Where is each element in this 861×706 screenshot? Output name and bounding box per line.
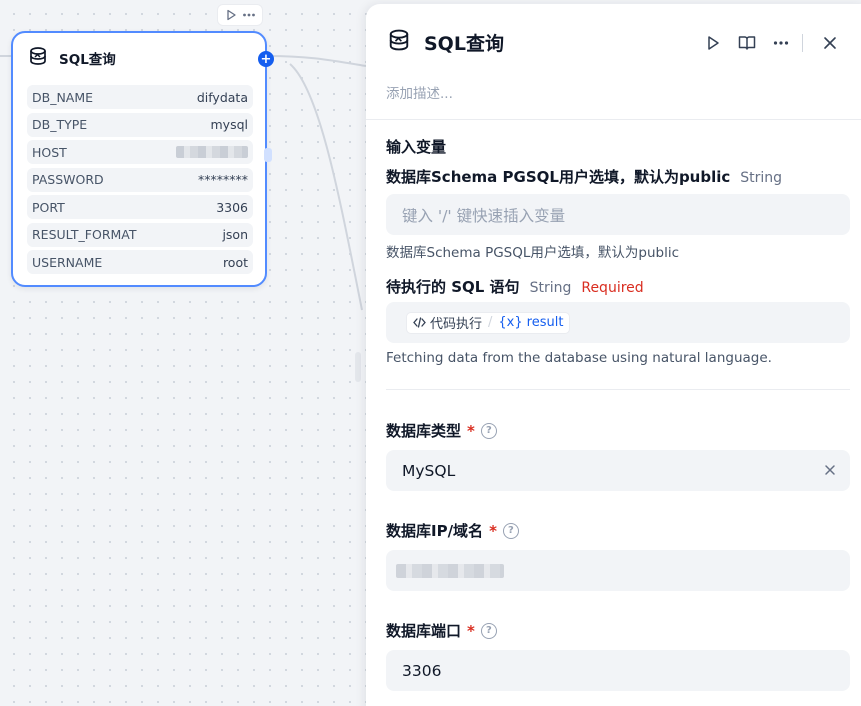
node-toolbar	[217, 4, 263, 26]
param-schema-title: 数据库Schema PGSQL用户选填，默认为public String	[386, 168, 783, 186]
db-host-label: 数据库IP/域名 * ?	[386, 520, 519, 541]
db-host-input[interactable]	[386, 550, 850, 591]
actions-separator	[802, 34, 803, 52]
panel-header: SQL查询	[386, 28, 504, 56]
description-input[interactable]: 添加描述...	[386, 82, 453, 102]
node-param-list: DB_NAME difydata DB_TYPE mysql HOST PASSWO…	[27, 85, 253, 278]
help-icon[interactable]: ?	[502, 522, 519, 539]
variable-chip[interactable]: 代码执行 / {x} result	[406, 311, 571, 334]
db-type-label: 数据库类型 * ?	[386, 420, 497, 441]
help-docs-button[interactable]	[730, 31, 764, 55]
node-row-db-type: DB_TYPE mysql	[27, 112, 253, 137]
param-sql-title: 待执行的 SQL 语句 String Required	[386, 278, 644, 296]
run-node-icon[interactable]	[225, 9, 237, 21]
section-divider	[386, 389, 850, 390]
run-step-button[interactable]	[696, 31, 730, 55]
code-icon	[413, 317, 426, 328]
db-port-input[interactable]: 3306	[386, 650, 850, 691]
help-icon[interactable]: ?	[480, 622, 497, 639]
panel-title[interactable]: SQL查询	[424, 29, 504, 56]
variable-icon: {x}	[498, 315, 523, 330]
sql-query-node[interactable]: SQL查询 + DB_NAME difydata DB_TYPE mysql HOS…	[11, 31, 274, 287]
node-row-db-name: DB_NAME difydata	[27, 85, 253, 109]
close-panel-button[interactable]	[813, 31, 847, 55]
sql-hint: Fetching data from the database using na…	[386, 350, 772, 366]
panel-actions	[696, 31, 847, 55]
node-title: SQL查询	[59, 52, 116, 68]
node-row-result-format: RESULT_FORMAT json	[27, 222, 253, 247]
database-icon	[27, 45, 49, 71]
input-variables-label: 输入变量	[386, 138, 447, 156]
play-icon	[708, 36, 719, 50]
more-options-button[interactable]	[764, 31, 798, 55]
node-settings-panel: SQL查询 添加描述... 输入变量 数据库Schema PGSQL用户选填，默…	[366, 4, 861, 706]
canvas-scrollbar[interactable]	[355, 352, 361, 382]
node-header: SQL查询	[27, 45, 116, 71]
node-row-port: PORT 3306	[27, 195, 253, 219]
schema-input[interactable]: 键入 '/' 键快速插入变量	[386, 194, 850, 235]
more-icon	[773, 41, 789, 45]
header-divider	[366, 119, 861, 120]
database-icon	[386, 27, 412, 57]
node-row-password: PASSWORD ********	[27, 167, 253, 192]
clear-icon[interactable]	[824, 462, 836, 480]
node-more-icon[interactable]	[242, 9, 256, 21]
node-row-username: USERNAME root	[27, 250, 253, 274]
book-icon	[738, 36, 756, 50]
db-type-select[interactable]: MySQL	[386, 450, 850, 491]
schema-hint: 数据库Schema PGSQL用户选填，默认为public	[386, 245, 680, 261]
close-icon	[824, 37, 836, 49]
redacted-host	[176, 146, 248, 158]
add-next-node-button[interactable]: +	[258, 51, 274, 67]
node-output-handle[interactable]	[264, 148, 272, 162]
redacted-host-value	[396, 563, 504, 578]
db-port-label: 数据库端口 * ?	[386, 620, 497, 641]
node-row-host: HOST	[27, 140, 253, 164]
help-icon[interactable]: ?	[480, 422, 497, 439]
sql-input[interactable]: 代码执行 / {x} result	[386, 302, 850, 343]
